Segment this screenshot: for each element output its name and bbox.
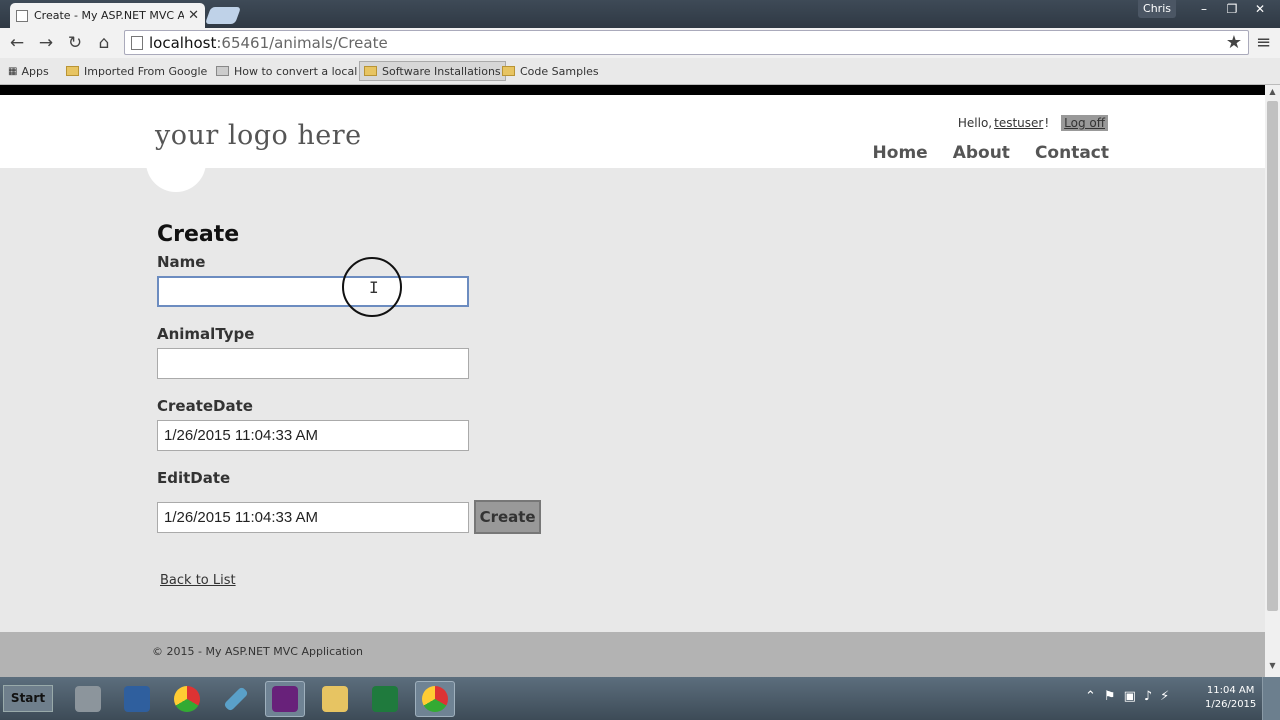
greeting-suffix: ! <box>1044 116 1050 130</box>
clock-time: 11:04 AM <box>1206 685 1255 696</box>
bookmark-folder[interactable]: Code Samples <box>502 61 599 81</box>
header-decoration <box>146 155 206 192</box>
reload-icon[interactable]: ↻ <box>63 32 87 54</box>
browser-title-bar: Create - My ASP.NET MVC Ap ✕ Chris – ❐ ✕ <box>0 0 1280 28</box>
footer-copyright: © 2015 - My ASP.NET MVC Application <box>152 645 363 658</box>
bookmark-folder[interactable]: Software Installations <box>359 61 506 81</box>
folder-icon <box>502 66 515 76</box>
tab-title: Create - My ASP.NET MVC Ap <box>34 9 185 22</box>
browser-menu-icon[interactable]: ≡ <box>1256 32 1271 53</box>
apps-grid-icon: ▦ <box>8 65 18 77</box>
browser-toolbar: ← → ↻ ⌂ localhost:65461/animals/Create ★… <box>0 28 1280 58</box>
bookmarks-bar: ▦ Apps Imported From Google How to conver… <box>0 58 1280 85</box>
toolbar-divider <box>0 85 1280 95</box>
page-icon <box>16 9 28 22</box>
chrome-icon[interactable] <box>167 681 207 717</box>
nav-home[interactable]: Home <box>873 143 928 163</box>
excel-icon[interactable] <box>365 681 405 717</box>
home-icon[interactable]: ⌂ <box>92 32 116 54</box>
profile-badge[interactable]: Chris <box>1138 0 1176 18</box>
editdate-input[interactable] <box>157 502 469 533</box>
url-path: :65461/animals/Create <box>216 33 388 52</box>
greeting-prefix: Hello, <box>957 116 993 130</box>
new-tab-button[interactable] <box>204 7 242 24</box>
page-viewport: your logo here Hello, testuser! Log off … <box>0 95 1265 677</box>
power-icon[interactable]: ⚡ <box>1160 689 1169 704</box>
tool-icon[interactable] <box>216 681 256 717</box>
page-icon <box>131 35 143 50</box>
bookmark-star-icon[interactable]: ★ <box>1226 32 1242 53</box>
back-arrow-icon[interactable]: ← <box>5 32 29 54</box>
username-link[interactable]: testuser <box>994 116 1043 130</box>
windows-taskbar: Start ⌃ ⚑ ▣ ♪ ⚡ 11:04 AM 1/26/2015 <box>0 677 1280 720</box>
chrome-active-icon[interactable] <box>415 681 455 717</box>
createdate-label: CreateDate <box>157 397 253 415</box>
page-title: Create <box>157 222 240 247</box>
forward-arrow-icon[interactable]: → <box>34 32 58 54</box>
nav-contact[interactable]: Contact <box>1035 143 1109 163</box>
site-footer: © 2015 - My ASP.NET MVC Application <box>0 632 1265 677</box>
bookmark-apps[interactable]: ▦ Apps <box>8 61 49 81</box>
address-bar[interactable]: localhost:65461/animals/Create ★ <box>124 30 1249 55</box>
visual-studio-icon[interactable] <box>265 681 305 717</box>
url-host: localhost <box>149 33 217 52</box>
folder-icon <box>66 66 79 76</box>
scroll-thumb[interactable] <box>1267 101 1278 611</box>
nav-about[interactable]: About <box>953 143 1010 163</box>
animaltype-label: AnimalType <box>157 325 255 343</box>
bookmark-folder[interactable]: Imported From Google <box>66 61 207 81</box>
page-icon <box>216 66 229 76</box>
tray-expand-icon[interactable]: ⌃ <box>1085 689 1096 704</box>
system-clock[interactable]: 11:04 AM 1/26/2015 <box>1205 684 1256 712</box>
editdate-label: EditDate <box>157 469 231 487</box>
restore-icon[interactable]: ❐ <box>1218 0 1246 18</box>
createdate-input[interactable] <box>157 420 469 451</box>
volume-icon[interactable]: ♪ <box>1144 689 1152 704</box>
flag-icon[interactable]: ⚑ <box>1104 689 1116 704</box>
name-input[interactable] <box>157 276 469 307</box>
system-tray: ⌃ ⚑ ▣ ♪ ⚡ <box>1085 689 1169 704</box>
network-icon[interactable]: ▣ <box>1124 689 1136 704</box>
close-tab-icon[interactable]: ✕ <box>188 8 199 23</box>
animaltype-input[interactable] <box>157 348 469 379</box>
create-button[interactable]: Create <box>474 500 542 534</box>
scroll-up-icon[interactable]: ▲ <box>1265 87 1280 96</box>
login-partial: Hello, testuser! Log off <box>958 115 1108 131</box>
text-cursor-icon: I <box>369 278 379 297</box>
minimize-icon[interactable]: – <box>1190 0 1218 18</box>
folder-icon <box>364 66 377 76</box>
logoff-button[interactable]: Log off <box>1061 115 1108 131</box>
back-to-list-link[interactable]: Back to List <box>160 573 541 588</box>
clock-date: 1/26/2015 <box>1205 699 1257 710</box>
powershell-icon[interactable] <box>117 681 157 717</box>
scroll-down-icon[interactable]: ▼ <box>1265 661 1280 670</box>
bookmark-page[interactable]: How to convert a local <box>216 61 357 81</box>
main-menu: Home About Contact <box>873 143 1109 163</box>
server-manager-icon[interactable] <box>68 681 108 717</box>
close-window-icon[interactable]: ✕ <box>1246 0 1274 18</box>
browser-tab[interactable]: Create - My ASP.NET MVC Ap ✕ <box>10 3 205 28</box>
site-logo[interactable]: your logo here <box>155 120 362 151</box>
start-button[interactable]: Start <box>3 685 53 712</box>
file-explorer-icon[interactable] <box>315 681 355 717</box>
page-scrollbar[interactable]: ▲ ▼ <box>1265 85 1280 677</box>
show-desktop-button[interactable] <box>1262 677 1280 720</box>
